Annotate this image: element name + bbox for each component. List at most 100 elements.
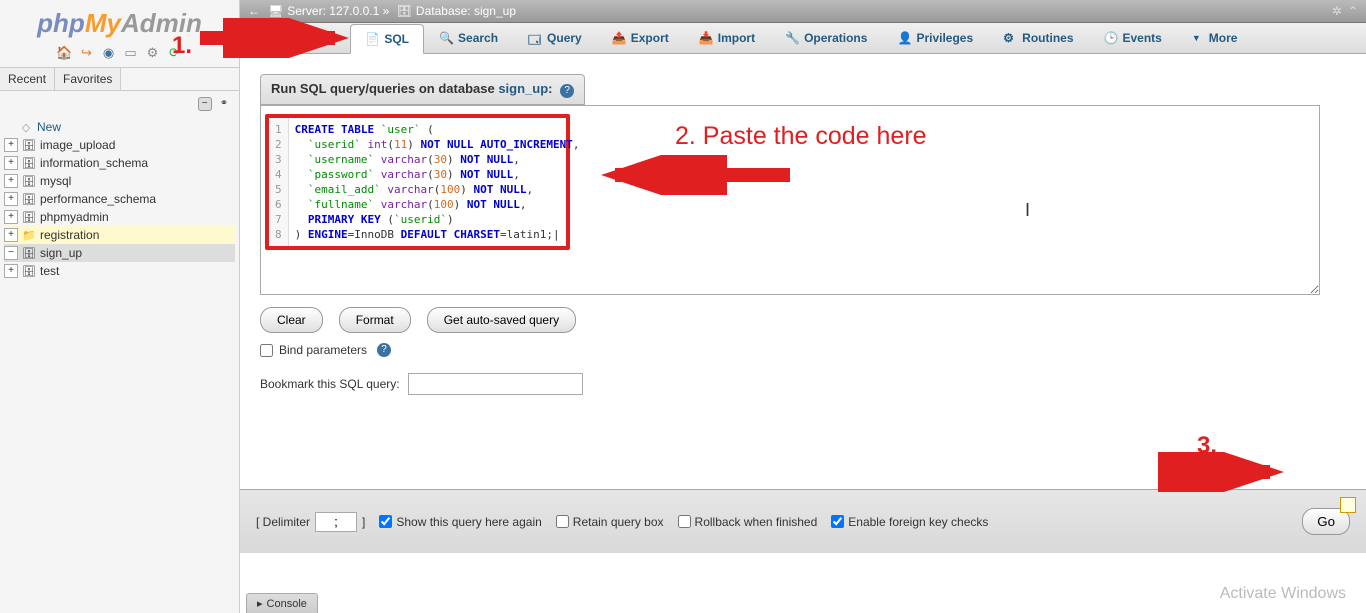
new-db-icon: ◇ bbox=[18, 120, 34, 134]
tab-label: Privileges bbox=[916, 31, 973, 45]
search-icon: 🔍 bbox=[439, 31, 453, 45]
tab-search[interactable]: 🔍Search bbox=[424, 23, 513, 53]
docs-icon[interactable]: ◉ bbox=[100, 45, 118, 61]
bookmark-row: Bookmark this SQL query: bbox=[260, 373, 1346, 395]
recent-tab[interactable]: Recent bbox=[0, 68, 55, 90]
format-button[interactable]: Format bbox=[339, 307, 411, 333]
sep: » bbox=[383, 4, 390, 18]
fk-check[interactable]: Enable foreign key checks bbox=[831, 515, 988, 529]
sidebar: phpMyAdmin 🏠 ↪ ◉ ▭ ⚙ ⟳ Recent Favorites … bbox=[0, 0, 240, 613]
events-icon: 🕒 bbox=[1104, 31, 1118, 45]
tab-label: SQL bbox=[384, 32, 409, 46]
tabs: 🧱Structure 📄SQL 🔍Search 🗔Query 📤Export 📥… bbox=[240, 23, 1366, 54]
collapse-all-icon[interactable]: − bbox=[198, 97, 212, 111]
tree-db[interactable]: +🗄performance_schema bbox=[4, 190, 235, 208]
db-icon: 🗄 bbox=[21, 264, 37, 278]
query-icon: 🗔 bbox=[528, 31, 542, 45]
fk-label: Enable foreign key checks bbox=[848, 515, 988, 529]
clear-button[interactable]: Clear bbox=[260, 307, 323, 333]
sql-header-prefix: Run SQL query/queries on database bbox=[271, 81, 498, 96]
routines-icon: ⚙ bbox=[1003, 31, 1017, 45]
tab-query[interactable]: 🗔 Query bbox=[513, 23, 597, 53]
bookmark-input[interactable] bbox=[408, 373, 583, 395]
tab-label: Import bbox=[718, 31, 755, 45]
retain-checkbox[interactable] bbox=[556, 515, 569, 528]
autosaved-button[interactable]: Get auto-saved query bbox=[427, 307, 576, 333]
expand-icon[interactable]: + bbox=[4, 228, 18, 242]
expand-icon[interactable]: + bbox=[4, 210, 18, 224]
favorites-tab[interactable]: Favorites bbox=[55, 68, 121, 90]
content: Run SQL query/queries on database sign_u… bbox=[240, 54, 1366, 489]
tab-label: Routines bbox=[1022, 31, 1073, 45]
text-cursor: I bbox=[1025, 200, 1030, 221]
help-icon[interactable]: ? bbox=[560, 84, 574, 98]
console-tab[interactable]: ▸ Console bbox=[246, 593, 318, 613]
footer-bar: [ Delimiter ] Show this query here again… bbox=[240, 489, 1366, 553]
expand-icon[interactable]: + bbox=[4, 192, 18, 206]
main: ← 🖥 Server: 127.0.0.1 » 🗄 Database: sign… bbox=[240, 0, 1366, 613]
breadcrumb: ← 🖥 Server: 127.0.0.1 » 🗄 Database: sign… bbox=[240, 0, 1366, 23]
expand-icon[interactable]: + bbox=[4, 138, 18, 152]
tab-privileges[interactable]: 👤Privileges bbox=[882, 23, 988, 53]
db-link[interactable]: sign_up bbox=[474, 4, 516, 18]
tab-label: More bbox=[1209, 31, 1238, 45]
expand-icon[interactable]: − bbox=[4, 246, 18, 260]
rollback-checkbox[interactable] bbox=[678, 515, 691, 528]
db-icon: 🗄 bbox=[21, 246, 37, 260]
db-icon: 🗄 bbox=[21, 210, 37, 224]
fk-checkbox[interactable] bbox=[831, 515, 844, 528]
tab-sql[interactable]: 📄SQL bbox=[350, 24, 424, 54]
back-icon[interactable]: ← bbox=[248, 4, 260, 18]
delimiter-input[interactable] bbox=[315, 512, 357, 532]
bind-params-row: Bind parameters ? bbox=[260, 343, 1346, 357]
bind-params-checkbox[interactable] bbox=[260, 344, 273, 357]
server-link[interactable]: 127.0.0.1 bbox=[329, 4, 379, 18]
tree-new[interactable]: ◇New bbox=[4, 118, 235, 136]
show-again-check[interactable]: Show this query here again bbox=[379, 515, 541, 529]
tree-db[interactable]: +🗄phpmyadmin bbox=[4, 208, 235, 226]
db-icon: 📁 bbox=[21, 228, 37, 242]
tree-db[interactable]: +📁registration bbox=[4, 226, 235, 244]
tab-operations[interactable]: 🔧Operations bbox=[770, 23, 882, 53]
expand-icon[interactable]: + bbox=[4, 156, 18, 170]
server-icon: 🖥 bbox=[268, 4, 283, 18]
tree-db[interactable]: +🗄information_schema bbox=[4, 154, 235, 172]
tab-more[interactable]: ▼More bbox=[1177, 23, 1253, 53]
logout-icon[interactable]: ↪ bbox=[78, 45, 96, 61]
settings-icon[interactable]: ⚙ bbox=[144, 45, 162, 61]
tree-db-selected[interactable]: −🗄sign_up bbox=[4, 244, 235, 262]
help-icon[interactable]: ? bbox=[377, 343, 391, 357]
tab-label: Query bbox=[547, 31, 582, 45]
link-icon[interactable]: ⚭ bbox=[217, 98, 231, 112]
code-area[interactable]: CREATE TABLE `user` ( `userid` int(11) N… bbox=[289, 118, 586, 246]
logo-php: php bbox=[37, 8, 85, 38]
tab-events[interactable]: 🕒Events bbox=[1089, 23, 1177, 53]
show-again-checkbox[interactable] bbox=[379, 515, 392, 528]
bind-params-label: Bind parameters bbox=[279, 343, 367, 357]
logo-my: My bbox=[85, 8, 121, 38]
tree-new-label: New bbox=[37, 120, 61, 134]
bookmark-label: Bookmark this SQL query: bbox=[260, 377, 400, 391]
retain-label: Retain query box bbox=[573, 515, 664, 529]
home-icon[interactable]: 🏠 bbox=[56, 45, 74, 61]
rollback-check[interactable]: Rollback when finished bbox=[678, 515, 818, 529]
tree-db[interactable]: +🗄test bbox=[4, 262, 235, 280]
tab-export[interactable]: 📤Export bbox=[597, 23, 684, 53]
tree-db[interactable]: +🗄mysql bbox=[4, 172, 235, 190]
sql-header-db[interactable]: sign_up bbox=[498, 81, 548, 96]
expand-icon[interactable]: + bbox=[4, 264, 18, 278]
rollback-label: Rollback when finished bbox=[695, 515, 818, 529]
export-icon: 📤 bbox=[612, 31, 626, 45]
tree-db[interactable]: +🗄image_upload bbox=[4, 136, 235, 154]
tab-import[interactable]: 📥Import bbox=[684, 23, 770, 53]
expand-icon[interactable]: + bbox=[4, 174, 18, 188]
sql-icon[interactable]: ▭ bbox=[122, 45, 140, 61]
gear-icon[interactable]: ✲ bbox=[1332, 4, 1342, 18]
line-gutter: 12345678 bbox=[269, 118, 289, 246]
db-label-bc: Database: bbox=[416, 4, 471, 18]
folder-small-icon[interactable] bbox=[1340, 497, 1356, 513]
retain-check[interactable]: Retain query box bbox=[556, 515, 664, 529]
tab-routines[interactable]: ⚙ Routines bbox=[988, 23, 1088, 53]
tab-label: Operations bbox=[804, 31, 867, 45]
expand-up-icon[interactable]: ⌃ bbox=[1348, 4, 1358, 18]
